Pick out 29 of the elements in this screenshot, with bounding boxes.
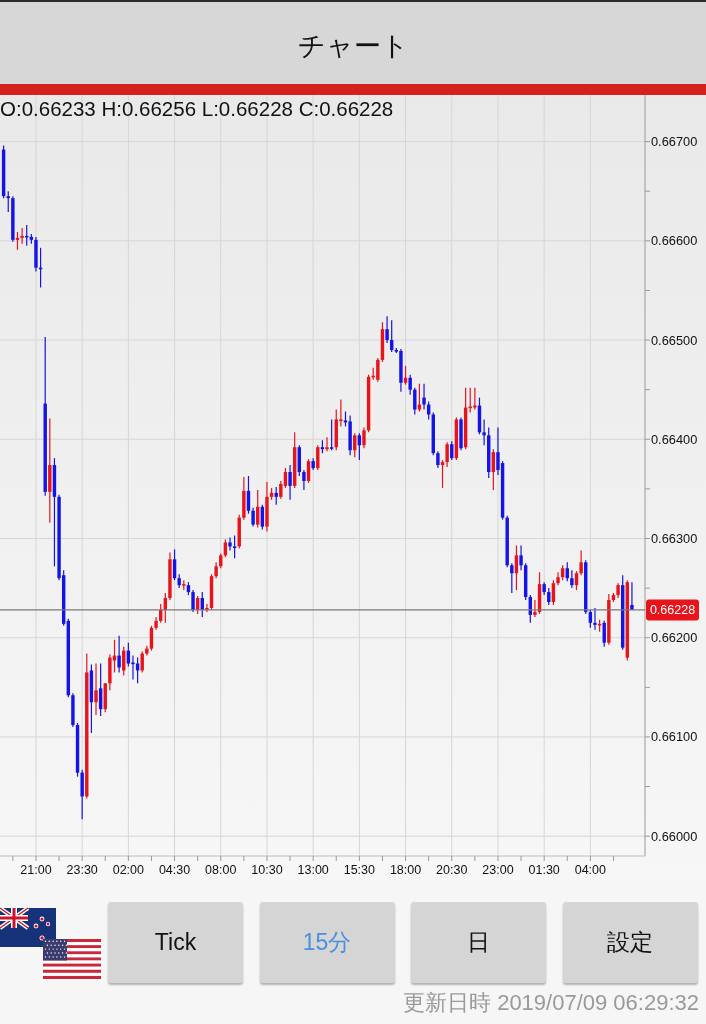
price-axis-label: 0.66000 [651, 828, 698, 844]
time-axis-label: 08:00 [205, 863, 237, 877]
price-axis-label: 0.66400 [651, 431, 698, 447]
time-axis-label: 18:00 [389, 863, 422, 877]
time-axis-label: 02:00 [112, 863, 144, 877]
time-axis-label: 23:00 [482, 863, 514, 877]
time-axis-label: 15:30 [343, 863, 375, 877]
current-price-badge: 0.66228 [646, 599, 699, 621]
time-axis-label: 23:30 [66, 863, 98, 877]
price-axis-label: 0.66200 [651, 630, 698, 646]
last-updated-text: 更新日時 2019/07/09 06:29:32 [402, 989, 700, 1017]
price-axis-label: 0.66100 [651, 729, 698, 745]
price-axis-label: 0.66500 [651, 332, 698, 348]
time-axis-label: 01:30 [528, 863, 560, 877]
time-axis-label: 04:00 [574, 863, 606, 877]
price-axis-label: 0.66700 [651, 134, 698, 150]
time-axis-label: 13:00 [297, 863, 329, 877]
toolbar-button[interactable]: 日 [411, 902, 546, 983]
toolbar-button[interactable]: 設定 [562, 902, 698, 983]
time-axis-label: 20:30 [436, 863, 468, 877]
time-axis-label: 04:30 [158, 863, 191, 877]
price-axis-label: 0.66300 [651, 531, 698, 546]
us-flag-icon [43, 939, 101, 979]
toolbar-button[interactable]: Tick [108, 902, 243, 983]
price-axis-label: 0.66600 [651, 233, 698, 249]
time-axis-label: 21:00 [20, 863, 52, 877]
screen-title: チャート [297, 30, 409, 63]
ohlc-readout: O:0.66233 H:0.66256 L:0.66228 C:0.66228 [0, 97, 394, 120]
time-axis-label: 10:30 [251, 863, 283, 877]
